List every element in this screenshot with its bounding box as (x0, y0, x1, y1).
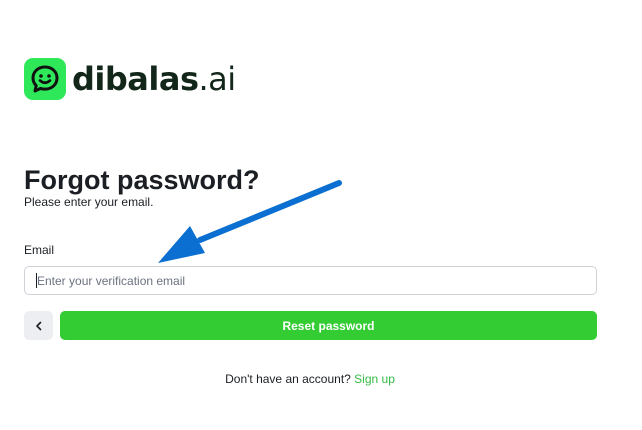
signup-link[interactable]: Sign up (354, 372, 395, 386)
brand-name: dibalas (72, 60, 199, 98)
signup-prompt-text: Don't have an account? (225, 372, 351, 386)
reset-password-button[interactable]: Reset password (60, 311, 597, 340)
brand-logo[interactable]: dibalas.ai (24, 58, 236, 100)
email-input[interactable] (24, 266, 597, 295)
back-button[interactable] (24, 311, 53, 340)
page-subtitle: Please enter your email. (24, 195, 154, 209)
forgot-password-page: dibalas.ai Forgot password? Please enter… (0, 0, 642, 430)
brand-suffix: .ai (198, 60, 236, 98)
text-cursor (36, 273, 37, 288)
brand-wordmark: dibalas.ai (72, 63, 236, 95)
chevron-left-icon (35, 321, 41, 330)
smiley-chat-icon (24, 58, 66, 100)
email-label: Email (24, 243, 55, 257)
page-title: Forgot password? (24, 165, 260, 195)
signup-prompt: Don't have an account? Sign up (0, 372, 620, 386)
